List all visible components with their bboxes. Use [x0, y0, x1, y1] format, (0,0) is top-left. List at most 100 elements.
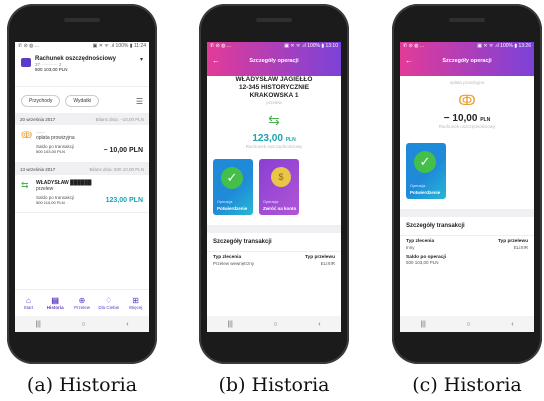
account-name: Rachunek oszczędnościowy: [438, 124, 496, 129]
day-saldo: Bilans dnia: −10,00 PLN: [95, 116, 144, 122]
filter-bar: Przychody Wydatki ☰: [15, 87, 149, 113]
details-row: Typ zlecenia Typ przelewu: [400, 236, 534, 244]
amount-value: 123,00: [252, 133, 283, 144]
card-title: Zwróć na konto: [263, 206, 297, 211]
account-selector[interactable]: Rachunek oszczędnościowy 37 ··········· …: [15, 51, 149, 87]
app-header: ✆ ⊘ ◍ ... ▣ ✕ ᯤ .ıl 100% ▮ 13:10 ← Szcze…: [207, 42, 341, 76]
fee-icon: ↂ: [458, 92, 476, 108]
transfer-icon: ⇆: [21, 180, 29, 190]
order-type-value: Przelew wewnętrzny: [213, 261, 255, 266]
back-button[interactable]: ‹: [511, 321, 513, 328]
phone-fee-details: ✆ ⊘ ◍ ... ▣ ✕ ᯤ .ıl 100% ▮ 13:26 ← Szcze…: [392, 4, 542, 364]
app-header: ✆ ⊘ ◍ ... ▣ ✕ ᯤ .ıl 100% ▮ 13:26 ← Szcze…: [400, 42, 534, 76]
caption-c: (c) Historia: [412, 374, 522, 396]
details-row: Przelew wewnętrzny ELIXIR: [207, 260, 341, 266]
home-button[interactable]: ○: [466, 321, 470, 328]
card-caption: Operacja: [263, 200, 279, 204]
filter-icon[interactable]: ☰: [136, 97, 143, 106]
transaction-title: przelew: [36, 186, 54, 192]
income-filter-button[interactable]: Przychody: [21, 95, 61, 107]
card-caption: Operacja: [410, 184, 426, 188]
checkmark-icon: ✓: [414, 151, 436, 173]
tab-label: Przelew: [73, 305, 90, 310]
operation-amount: 123,00 PLN: [207, 133, 341, 144]
expenses-filter-button[interactable]: Wydatki: [65, 95, 100, 107]
page-title: Szczegóły operacji: [249, 58, 299, 64]
phone-transfer-details: ✆ ⊘ ◍ ... ▣ ✕ ᯤ .ıl 100% ▮ 13:10 ← Szcze…: [199, 4, 349, 364]
card-title: Potwierdzenie: [410, 190, 441, 195]
section-divider: [207, 225, 341, 233]
recents-button[interactable]: |||: [227, 321, 232, 328]
tag-icon: ♢: [105, 296, 113, 305]
home-button[interactable]: ○: [81, 321, 85, 328]
section-divider: [400, 209, 534, 217]
tab-transfer[interactable]: ⊕ Przelew: [69, 290, 96, 316]
details-row: Typ zlecenia Typ przelewu: [207, 252, 341, 260]
card-title: Potwierdzenie: [217, 206, 248, 211]
status-bar: ✆ ⊘ ◍ ... ▣ ✕ ᯤ .ıl 100% ▮ 13:26: [400, 42, 534, 51]
refund-card[interactable]: $ Operacja Zwróć na konto: [259, 159, 299, 215]
fee-icon: ↂ: [21, 130, 33, 140]
transfer-type-label: Typ przelewu: [304, 255, 335, 260]
status-bar: ✆ ⊘ ◍ ... ▣ ✕ ᯤ .ıl 100% ▮ 11:24: [15, 42, 149, 51]
tab-more[interactable]: ⊞ Więcej: [122, 290, 149, 316]
section-title: Szczegóły transakcji: [207, 233, 341, 252]
recents-button[interactable]: |||: [420, 321, 425, 328]
grid-icon: ⊞: [132, 296, 139, 305]
back-button[interactable]: ‹: [126, 321, 128, 328]
tab-start[interactable]: ⌂ Start: [15, 290, 42, 316]
order-type-label: Typ zlecenia: [213, 255, 242, 260]
confirmation-card[interactable]: ✓ Operacja Potwierdzenie: [213, 159, 253, 215]
caption-b: (b) Historia: [218, 374, 330, 396]
checkmark-icon: ✓: [221, 167, 243, 189]
transaction-title: opłata prowizyjna: [36, 135, 75, 141]
caption-a: (a) Historia: [26, 374, 138, 396]
phone-history-list: ✆ ⊘ ◍ ... ▣ ✕ ᯤ .ıl 100% ▮ 11:24 Rachune…: [7, 4, 157, 364]
status-left: ✆ ⊘ ◍ ...: [18, 43, 40, 49]
card-caption: Operacja: [217, 200, 233, 204]
tab-label: Start: [23, 305, 34, 310]
transfer-type-label: Typ przelewu: [497, 239, 528, 244]
operation-type: przelew: [266, 100, 282, 105]
recents-button[interactable]: |||: [35, 321, 40, 328]
back-button[interactable]: ‹: [318, 321, 320, 328]
tab-history[interactable]: ▤ Historia: [42, 290, 69, 316]
transaction-amount: − 10,00 PLN: [103, 147, 144, 154]
recipient-address-line: KRAKOWSKA 1: [249, 92, 299, 99]
chevron-down-icon[interactable]: ▾: [140, 56, 143, 63]
tab-label: Więcej: [128, 305, 143, 310]
order-type-value: Inny: [406, 245, 415, 250]
speaker-grille: [449, 18, 485, 22]
tab-for-you[interactable]: ♢ Dla Ciebie: [95, 290, 122, 316]
operation-type: opłata prowizyjna: [449, 80, 485, 85]
status-left: ✆ ⊘ ◍ ...: [403, 43, 425, 49]
day-date: 20 września 2017: [20, 116, 56, 122]
transaction-row[interactable]: ↂ ─── opłata prowizyjna Saldo po transak…: [15, 125, 149, 163]
speaker-grille: [64, 18, 100, 22]
bottom-tab-bar: ⌂ Start ▤ Historia ⊕ Przelew ♢ Dla Ciebi…: [15, 289, 149, 316]
page-title: Szczegóły operacji: [442, 58, 492, 64]
amount-currency: PLN: [480, 117, 491, 123]
history-icon: ▤: [51, 296, 59, 305]
status-right: ▣ ✕ ᯤ .ıl 100% ▮ 13:26: [477, 43, 531, 49]
transfer-type-value: ELIXIR: [320, 261, 335, 266]
action-cards: ✓ Operacja Potwierdzenie: [400, 143, 534, 199]
screen-operation-details: ✆ ⊘ ◍ ... ▣ ✕ ᯤ .ıl 100% ▮ 13:10 ← Szcze…: [207, 42, 341, 332]
transaction-row[interactable]: ⇆ WŁADYSŁAW ██████ przelew Saldo po tran…: [15, 175, 149, 213]
coins-icon: $: [271, 167, 291, 187]
home-button[interactable]: ○: [273, 321, 277, 328]
tab-label: Dla Ciebie: [98, 305, 120, 310]
amount-currency: PLN: [285, 137, 296, 143]
transfer-icon: ⊕: [78, 296, 86, 305]
details-row: Saldo po operacji 500 103,00 PLN: [400, 250, 534, 265]
status-left: ✆ ⊘ ◍ ...: [210, 43, 232, 49]
section-title: Szczegóły transakcji: [400, 217, 534, 236]
screen-operation-details: ✆ ⊘ ◍ ... ▣ ✕ ᯤ .ıl 100% ▮ 13:26 ← Szcze…: [400, 42, 534, 332]
status-right: ▣ ✕ ᯤ .ıl 100% ▮ 13:10: [284, 43, 338, 49]
android-nav-bar: ||| ○ ‹: [400, 316, 534, 332]
day-header: 13 września 2017 Bilans dnia: 500 10,00 …: [15, 163, 149, 175]
order-type-label: Typ zlecenia: [406, 239, 435, 244]
confirmation-card[interactable]: ✓ Operacja Potwierdzenie: [406, 143, 446, 199]
status-bar: ✆ ⊘ ◍ ... ▣ ✕ ᯤ .ıl 100% ▮ 13:10: [207, 42, 341, 51]
home-icon: ⌂: [25, 296, 31, 305]
